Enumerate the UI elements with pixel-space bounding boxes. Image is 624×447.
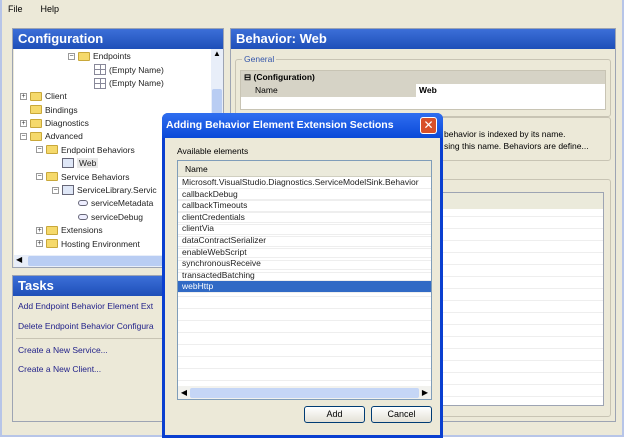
property-value[interactable]: Web (416, 84, 605, 97)
folder-icon (30, 131, 42, 141)
menu-help[interactable]: Help (41, 4, 60, 14)
behavior-header: Behavior: Web (231, 29, 615, 49)
expand-icon[interactable]: + (36, 240, 43, 248)
tree-node-label: Endpoints (93, 51, 131, 61)
tree-node[interactable]: Bindings (20, 105, 78, 115)
dialog-title: Adding Behavior Element Extension Sectio… (162, 113, 443, 138)
collapse-icon[interactable]: − (68, 52, 75, 60)
property-row[interactable]: Name Web (241, 84, 605, 97)
add-extension-dialog: Adding Behavior Element Extension Sectio… (162, 113, 443, 438)
folder-icon (46, 172, 58, 182)
list-item[interactable]: callbackDebug (178, 189, 431, 201)
property-category[interactable]: ⊟ (Configuration) (241, 71, 605, 84)
tree-node[interactable]: (Empty Name) (84, 64, 164, 76)
list-item[interactable]: callbackTimeouts (178, 200, 431, 212)
tree-node[interactable]: − Endpoints (68, 51, 131, 61)
behavior-icon (62, 185, 74, 195)
behavior-icon (62, 158, 74, 169)
scroll-right-icon[interactable]: ▶ (419, 388, 431, 397)
folder-icon (78, 51, 90, 61)
grid-icon (94, 77, 106, 89)
grid-icon (94, 64, 106, 76)
close-icon[interactable]: ✕ (420, 117, 437, 134)
tree-node[interactable]: + Hosting Environment (36, 239, 140, 249)
tree-node[interactable]: − Service Behaviors (36, 172, 130, 182)
tree-node[interactable]: serviceDebug (68, 212, 143, 222)
list-item[interactable]: webHttp (178, 281, 431, 293)
tree-node-label: Advanced (45, 131, 83, 142)
tree-node-label: Web (77, 158, 99, 169)
folder-icon (30, 118, 42, 128)
collapse-icon[interactable]: − (20, 132, 27, 140)
folder-icon (46, 145, 58, 155)
list-item[interactable]: dataContractSerializer (178, 235, 431, 247)
general-group: General ⊟ (Configuration) Name Web (235, 54, 611, 117)
tree-node-label: Service Behaviors (61, 171, 130, 182)
collapse-icon[interactable]: − (52, 186, 59, 194)
folder-icon (46, 239, 58, 249)
list-horizontal-scrollbar[interactable]: ◀ ▶ (178, 386, 431, 399)
tree-node[interactable]: + Client (20, 91, 67, 101)
available-elements-list[interactable]: Name Microsoft.VisualStudio.Diagnostics.… (177, 160, 432, 400)
category-label: (Configuration) (253, 72, 315, 82)
scroll-left-icon[interactable]: ◀ (16, 255, 22, 264)
folder-icon (30, 91, 42, 101)
property-name: Name (255, 85, 278, 95)
tree-node[interactable]: (Empty Name) (84, 77, 164, 89)
task-create-service[interactable]: Create a New Service... (18, 345, 108, 355)
menu-bar: File Help (8, 4, 59, 14)
tree-node-label: ServiceLibrary.Servic (77, 185, 157, 195)
scroll-left-icon[interactable]: ◀ (178, 388, 190, 397)
tree-node-label: Hosting Environment (61, 238, 140, 249)
scroll-thumb[interactable] (28, 256, 171, 266)
expand-icon[interactable]: + (20, 92, 27, 100)
tree-node[interactable]: serviceMetadata (68, 198, 153, 208)
tree-node[interactable]: + Diagnostics (20, 118, 89, 128)
tree-node-label: (Empty Name) (109, 78, 164, 89)
list-item[interactable]: Microsoft.VisualStudio.Diagnostics.Servi… (178, 177, 431, 189)
scroll-up-icon[interactable]: ▲ (211, 49, 223, 61)
tree-node-label: serviceDebug (91, 211, 143, 222)
list-item[interactable]: synchronousReceive (178, 258, 431, 270)
task-create-client[interactable]: Create a New Client... (18, 364, 101, 374)
element-icon (78, 200, 88, 207)
list-item[interactable]: clientCredentials (178, 212, 431, 224)
task-delete-configuration[interactable]: Delete Endpoint Behavior Configura (18, 321, 154, 331)
expand-icon[interactable]: + (36, 226, 43, 234)
property-grid: ⊟ (Configuration) Name Web (240, 70, 606, 110)
tree-node[interactable]: − Endpoint Behaviors (36, 145, 135, 155)
list-item[interactable]: enableWebScript (178, 247, 431, 259)
folder-icon (30, 105, 42, 115)
tree-node-label: Bindings (45, 104, 78, 115)
tree-node-label: serviceMetadata (91, 198, 154, 209)
tree-node[interactable]: + Extensions (36, 225, 103, 235)
list-item[interactable]: clientVia (178, 223, 431, 235)
collapse-icon[interactable]: − (36, 146, 43, 154)
configuration-header: Configuration (13, 29, 223, 49)
folder-icon (46, 225, 58, 235)
menu-file[interactable]: File (8, 4, 23, 14)
list-item[interactable]: transactedBatching (178, 270, 431, 282)
task-add-extension[interactable]: Add Endpoint Behavior Element Ext (18, 301, 153, 311)
tree-node-label: (Empty Name) (109, 64, 164, 75)
tree-node[interactable]: − Advanced (20, 131, 83, 141)
general-label: General (242, 54, 277, 64)
add-button[interactable]: Add (304, 406, 365, 423)
column-header-name[interactable]: Name (178, 161, 431, 177)
scroll-thumb[interactable] (190, 387, 419, 398)
tree-node[interactable]: Web (52, 158, 99, 169)
tree-node-label: Diagnostics (45, 118, 89, 128)
tree-node-label: Endpoint Behaviors (61, 144, 135, 155)
cancel-button[interactable]: Cancel (371, 406, 432, 423)
tree-node-label: Client (45, 91, 67, 102)
tree-node[interactable]: − ServiceLibrary.Servic (52, 185, 157, 195)
expand-icon[interactable]: + (20, 119, 27, 127)
description-line: sing this name. Behaviors are define... (444, 141, 589, 151)
description-line: behavior is indexed by its name. (444, 129, 566, 139)
available-label: Available elements (177, 146, 249, 156)
tree-node-label: Extensions (61, 225, 103, 236)
element-icon (78, 213, 88, 220)
collapse-icon[interactable]: − (36, 173, 43, 181)
